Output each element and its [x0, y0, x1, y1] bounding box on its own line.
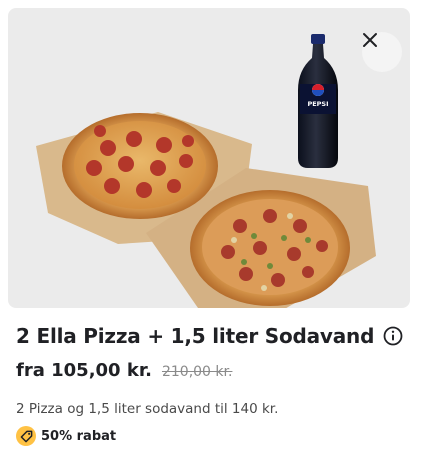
close-icon [363, 33, 377, 47]
discount-label: 50% rabat [41, 428, 117, 444]
product-image: PEPSI [8, 8, 410, 308]
close-button[interactable] [362, 32, 402, 72]
product-description: 2 Pizza og 1,5 liter sodavand til 140 kr… [16, 401, 279, 417]
product-price: fra 105,00 kr. [16, 360, 152, 381]
info-icon[interactable] [383, 326, 403, 346]
discount-badge: 50% rabat [16, 426, 116, 446]
original-price: 210,00 kr. [161, 364, 233, 380]
title-row: 2 Ella Pizza + 1,5 liter Sodavand [16, 324, 421, 348]
product-photo: PEPSI [36, 34, 376, 308]
price-row: fra 105,00 kr. 210,00 kr. [16, 360, 232, 381]
soda-bottle: PEPSI [298, 34, 338, 168]
bottle-label: PEPSI [307, 100, 328, 108]
product-title: 2 Ella Pizza + 1,5 liter Sodavand [16, 324, 375, 348]
tag-icon [16, 426, 36, 446]
